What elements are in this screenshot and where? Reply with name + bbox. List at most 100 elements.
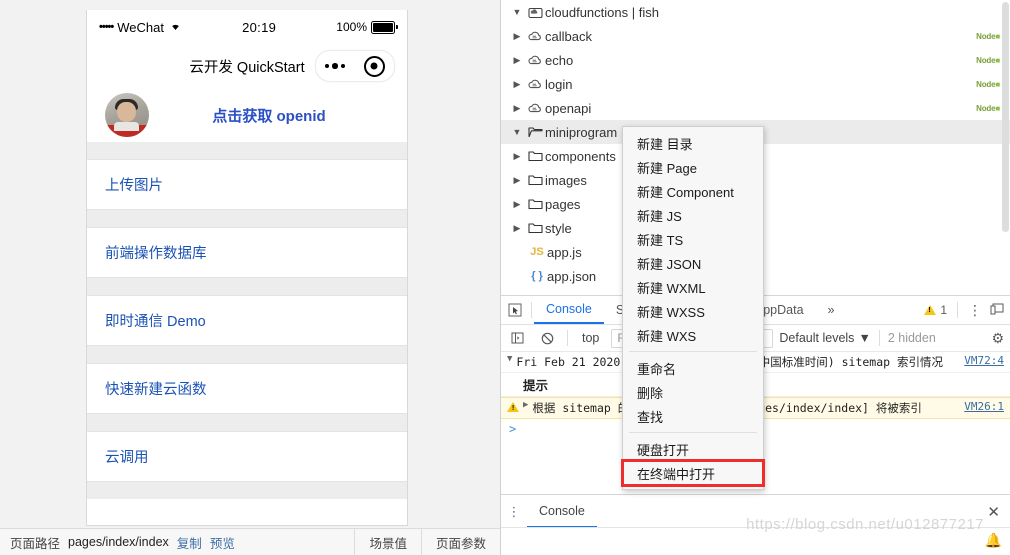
json-file-icon: { }: [531, 270, 543, 282]
gear-icon[interactable]: ⚙: [991, 330, 1010, 347]
chevron-right-icon[interactable]: ▶: [509, 79, 525, 90]
tree-node-label: pages: [545, 196, 581, 212]
tab-console[interactable]: Console: [534, 296, 604, 324]
tree-node-label: style: [545, 220, 572, 236]
copy-button[interactable]: 复制: [177, 533, 202, 552]
tree-scrollbar[interactable]: [1002, 2, 1009, 232]
chevron-right-icon[interactable]: ▶: [509, 103, 525, 114]
list-item[interactable]: 即时通信 Demo: [87, 295, 407, 346]
more-dots-icon[interactable]: [325, 63, 345, 69]
status-bar-right: 100%: [336, 20, 398, 34]
chevron-down-icon[interactable]: ▼: [509, 127, 525, 137]
userinfo-row[interactable]: 点击获取 openid: [87, 88, 407, 142]
list-item[interactable]: 快速新建云函数: [87, 363, 407, 414]
source-link[interactable]: VM26:1: [956, 400, 1004, 413]
tree-node-openapi[interactable]: ▶ openapi Node■: [501, 96, 1010, 120]
js-file-icon: JS: [530, 246, 544, 258]
cloud-folder-icon: [525, 6, 545, 19]
tree-node-callback[interactable]: ▶ callback Node■: [501, 24, 1010, 48]
menu-item-new-wxss[interactable]: 新建 WXSS: [623, 299, 763, 323]
phone-frame: ••••• WeChat 20:19 100% 云开发 QuickStart 点…: [86, 10, 408, 526]
chevron-right-icon[interactable]: ▶: [509, 199, 525, 210]
carrier-label: WeChat: [117, 19, 164, 35]
miniprogram-page-body: 点击获取 openid 上传图片 前端操作数据库 即时通信 Demo 快速新建云…: [87, 88, 407, 499]
chevron-right-icon[interactable]: ▶: [509, 31, 525, 42]
menu-item-rename[interactable]: 重命名: [623, 356, 763, 380]
cloud-function-icon: [525, 102, 545, 114]
chevron-right-icon[interactable]: ▶: [509, 223, 525, 234]
list-item-label: 即时通信 Demo: [105, 314, 206, 330]
signal-dots-icon: •••••: [99, 21, 114, 33]
cell-gap: [87, 482, 407, 499]
log-levels-dropdown[interactable]: Default levels ▼: [779, 331, 870, 345]
chevron-right-icon[interactable]: ▶: [509, 55, 525, 66]
get-openid-link[interactable]: 点击获取 openid: [149, 105, 389, 126]
page-title: 云开发 QuickStart: [189, 59, 305, 76]
cell-gap: [87, 278, 407, 295]
menu-item-new-js[interactable]: 新建 JS: [623, 203, 763, 227]
target-circle-icon[interactable]: [363, 55, 385, 77]
cell-gap: [87, 414, 407, 431]
status-bar-left: ••••• WeChat: [99, 20, 182, 35]
node-runtime-badge: Node■: [976, 79, 1000, 89]
menu-item-find[interactable]: 查找: [623, 404, 763, 428]
list-item[interactable]: 云调用: [87, 431, 407, 482]
menu-item-new-wxml[interactable]: 新建 WXML: [623, 275, 763, 299]
menu-item-new-wxs[interactable]: 新建 WXS: [623, 323, 763, 347]
page-path-label: 页面路径: [10, 536, 61, 551]
warning-count-label: 1: [940, 303, 947, 317]
menu-item-open-in-explorer[interactable]: 硬盘打开: [623, 437, 763, 461]
list-item-label: 前端操作数据库: [105, 246, 207, 262]
menu-item-new-directory[interactable]: 新建 目录: [623, 131, 763, 155]
tree-node-login[interactable]: ▶ login Node■: [501, 72, 1010, 96]
list-item-label: 上传图片: [105, 178, 163, 194]
chevron-down-icon[interactable]: ▼: [509, 7, 525, 17]
console-sidebar-icon[interactable]: [505, 332, 529, 344]
node-runtime-badge: Node■: [976, 31, 1000, 41]
chevron-down-icon[interactable]: ▼: [507, 354, 512, 364]
menu-item-new-ts[interactable]: 新建 TS: [623, 227, 763, 251]
clear-console-icon[interactable]: [535, 332, 559, 345]
drawer-tab-console[interactable]: Console: [527, 495, 597, 528]
folder-icon: [525, 174, 545, 186]
source-link[interactable]: VM72:4: [956, 354, 1004, 367]
folder-open-icon: [525, 126, 545, 138]
chevron-right-icon[interactable]: ▶: [523, 400, 528, 410]
menu-item-new-page[interactable]: 新建 Page: [623, 155, 763, 179]
chevron-right-icon[interactable]: ▶: [509, 175, 525, 186]
menu-item-delete[interactable]: 删除: [623, 380, 763, 404]
console-context-selector[interactable]: top: [576, 331, 605, 345]
node-runtime-badge: Node■: [976, 103, 1000, 113]
preview-button[interactable]: 预览: [210, 533, 235, 552]
tree-node-label: echo: [545, 52, 574, 68]
chevron-right-icon[interactable]: ▶: [509, 151, 525, 162]
close-icon[interactable]: ✕: [987, 503, 1010, 521]
wechat-capsule-button[interactable]: [315, 50, 395, 82]
page-params-button[interactable]: 页面参数: [420, 529, 500, 555]
inspect-cursor-icon[interactable]: [501, 303, 529, 317]
menu-item-open-in-terminal[interactable]: 在终端中打开: [621, 459, 765, 487]
tree-node-cloudfunctions[interactable]: ▼ cloudfunctions | fish: [501, 0, 1010, 24]
scene-value-button[interactable]: 场景值: [354, 529, 421, 555]
wifi-icon: [169, 20, 182, 34]
tree-node-echo[interactable]: ▶ echo Node■: [501, 48, 1010, 72]
dock-panel-icon[interactable]: [990, 303, 1004, 318]
warning-count[interactable]: 1: [924, 303, 947, 317]
file-context-menu: 新建 目录 新建 Page 新建 Component 新建 JS 新建 TS 新…: [621, 126, 765, 490]
tree-node-label: cloudfunctions | fish: [545, 4, 659, 20]
tabs-overflow-button[interactable]: »: [816, 296, 847, 324]
list-item-label: 快速新建云函数: [105, 382, 207, 398]
cell-gap: [87, 346, 407, 363]
list-item[interactable]: 上传图片: [87, 159, 407, 210]
battery-full-icon: [371, 20, 398, 34]
tree-node-label: app.json: [547, 268, 597, 284]
hidden-messages-label: 2 hidden: [887, 331, 936, 345]
simulator-status-bar: 页面路径 pages/index/index 复制 预览 场景值 页面参数: [0, 528, 500, 555]
bell-icon[interactable]: 🔔: [985, 532, 1002, 549]
more-vertical-icon[interactable]: ⋮: [968, 303, 982, 317]
list-item[interactable]: 前端操作数据库: [87, 227, 407, 278]
menu-item-new-json[interactable]: 新建 JSON: [623, 251, 763, 275]
more-vertical-icon[interactable]: ⋮: [501, 505, 527, 518]
menu-item-new-component[interactable]: 新建 Component: [623, 179, 763, 203]
devtools-tabbar-right: 1 ⋮: [924, 302, 1010, 318]
